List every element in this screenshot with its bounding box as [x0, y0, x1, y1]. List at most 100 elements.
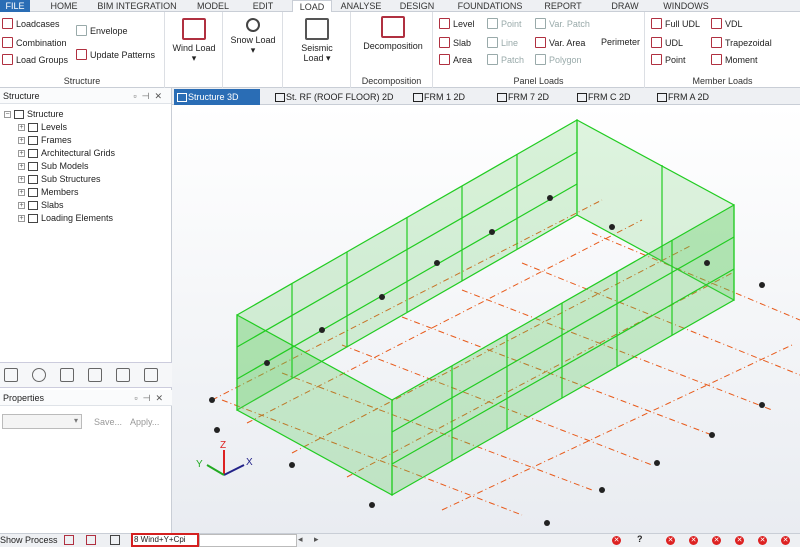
- apply-button[interactable]: Apply...: [130, 417, 159, 427]
- frames-icon: [28, 135, 38, 145]
- status-error-icon[interactable]: ✕: [781, 536, 790, 545]
- prev-arrow-icon[interactable]: ◂: [298, 534, 303, 545]
- drawing-tab-icon[interactable]: [144, 368, 158, 382]
- properties-dropdown[interactable]: ▾: [2, 414, 82, 429]
- loadcase-combo[interactable]: [199, 534, 297, 547]
- view-tab-frm-7[interactable]: FRM 7 2D: [494, 89, 556, 105]
- loadcases-button[interactable]: Loadcases: [2, 18, 60, 29]
- member-point-button[interactable]: Point: [651, 54, 686, 65]
- update-patterns-button[interactable]: Update Patterns: [76, 49, 155, 60]
- envelope-button[interactable]: Envelope: [76, 25, 128, 36]
- loading-elements-icon: [28, 213, 38, 223]
- status-error-icon[interactable]: ✕: [689, 536, 698, 545]
- snow-load-button[interactable]: Snow Load ▾: [227, 18, 279, 56]
- status-error-icon[interactable]: ✕: [758, 536, 767, 545]
- view-tab-structure-3d[interactable]: Structure 3D: [174, 89, 260, 105]
- structure-group: Loadcases Combination Load Groups Envelo…: [0, 12, 165, 88]
- slab-button[interactable]: Slab: [439, 37, 471, 48]
- view-tab-frm-a[interactable]: FRM A 2D: [654, 89, 716, 105]
- panel-controls[interactable]: ▫⊣✕: [133, 88, 167, 104]
- tree-item-grids[interactable]: + Architectural Grids: [18, 148, 115, 158]
- error-icon[interactable]: ✕: [612, 536, 621, 545]
- tab-bim-integration[interactable]: BIM INTEGRATION: [96, 0, 178, 12]
- tree-item-levels[interactable]: + Levels: [18, 122, 67, 132]
- expand-icon[interactable]: +: [18, 188, 25, 196]
- analysis-tab-icon[interactable]: [60, 368, 74, 382]
- level-button[interactable]: Level: [439, 18, 475, 29]
- loadcase-selector[interactable]: 8 Wind+Y+Cpi: [131, 533, 199, 547]
- levels-icon: [28, 122, 38, 132]
- polygon-load-button[interactable]: Polygon: [535, 54, 582, 65]
- trapezoidal-button[interactable]: Trapezoidal: [711, 37, 772, 48]
- mail-icon[interactable]: [110, 535, 120, 545]
- status-error-icon[interactable]: ✕: [735, 536, 744, 545]
- member-loads-group: Full UDL UDL Point VDL Trapezoidal Momen…: [645, 12, 800, 88]
- view-tab-roof-floor[interactable]: St. RF (ROOF FLOOR) 2D: [272, 89, 398, 105]
- next-arrow-icon[interactable]: ▸: [314, 534, 319, 545]
- vdl-button[interactable]: VDL: [711, 18, 743, 29]
- help-icon[interactable]: ?: [637, 534, 643, 544]
- wind-load-button[interactable]: Wind Load ▾: [169, 18, 219, 64]
- structure-model[interactable]: Z Y X: [172, 105, 800, 533]
- patch-icon: [487, 54, 498, 65]
- patch-load-button[interactable]: Patch: [487, 54, 524, 65]
- var-area-button[interactable]: Var. Area: [535, 37, 585, 48]
- collapse-icon[interactable]: −: [4, 110, 11, 118]
- dropdown-arrow-icon: ▾: [73, 416, 78, 425]
- perimeter-button[interactable]: Perimeter: [601, 37, 640, 47]
- seismic-load-button[interactable]: Seismic Load ▾: [289, 18, 345, 64]
- process-icon[interactable]: [64, 535, 74, 545]
- properties-controls[interactable]: ▫⊣✕: [134, 390, 168, 406]
- expand-icon[interactable]: +: [18, 175, 25, 183]
- tab-report[interactable]: REPORT: [538, 0, 588, 12]
- structure-tab-icon[interactable]: [4, 368, 18, 382]
- expand-icon[interactable]: +: [18, 201, 25, 209]
- foundation-tab-icon[interactable]: [116, 368, 130, 382]
- tab-home[interactable]: HOME: [44, 0, 84, 12]
- moment-button[interactable]: Moment: [711, 54, 758, 65]
- tab-windows[interactable]: WINDOWS: [656, 0, 716, 12]
- expand-icon[interactable]: +: [18, 162, 25, 170]
- point-load-button[interactable]: Point: [487, 18, 522, 29]
- structure-group-label: Structure: [63, 76, 101, 86]
- save-button[interactable]: Save...: [94, 417, 122, 427]
- tab-edit[interactable]: EDIT: [246, 0, 280, 12]
- viewport-3d[interactable]: Z Y X: [172, 105, 800, 533]
- line-icon: [487, 37, 498, 48]
- status-error-icon[interactable]: ✕: [712, 536, 721, 545]
- udl-icon: [651, 37, 662, 48]
- full-udl-button[interactable]: Full UDL: [651, 18, 700, 29]
- tree-item-loading-elements[interactable]: + Loading Elements: [18, 213, 113, 223]
- load-groups-button[interactable]: Load Groups: [2, 54, 68, 65]
- design-tab-icon[interactable]: [88, 368, 102, 382]
- tab-file[interactable]: FILE: [0, 0, 30, 12]
- loading-tab-icon[interactable]: [32, 368, 46, 382]
- tree-root[interactable]: − Structure: [4, 109, 64, 119]
- udl-button[interactable]: UDL: [651, 37, 683, 48]
- combination-icon: [2, 37, 13, 48]
- tree-item-sub-structures[interactable]: + Sub Structures: [18, 174, 101, 184]
- tab-foundations[interactable]: FOUNDATIONS: [452, 0, 528, 12]
- tab-analyse[interactable]: ANALYSE: [336, 0, 386, 12]
- tab-model[interactable]: MODEL: [192, 0, 234, 12]
- expand-icon[interactable]: +: [18, 136, 25, 144]
- tab-draw[interactable]: DRAW: [606, 0, 644, 12]
- print-icon[interactable]: [86, 535, 96, 545]
- tree-item-slabs[interactable]: + Slabs: [18, 200, 64, 210]
- decomposition-button[interactable]: Decomposition: [357, 16, 429, 51]
- status-error-icon[interactable]: ✕: [666, 536, 675, 545]
- tree-item-frames[interactable]: + Frames: [18, 135, 72, 145]
- expand-icon[interactable]: +: [18, 214, 25, 222]
- tab-design[interactable]: DESIGN: [394, 0, 440, 12]
- expand-icon[interactable]: +: [18, 149, 25, 157]
- area-button[interactable]: Area: [439, 54, 472, 65]
- slab-icon: [439, 37, 450, 48]
- tree-item-sub-models[interactable]: + Sub Models: [18, 161, 89, 171]
- var-patch-button[interactable]: Var. Patch: [535, 18, 590, 29]
- line-load-button[interactable]: Line: [487, 37, 518, 48]
- view-tab-frm-c[interactable]: FRM C 2D: [574, 89, 636, 105]
- expand-icon[interactable]: +: [18, 123, 25, 131]
- view-tab-frm-1[interactable]: FRM 1 2D: [410, 89, 472, 105]
- tree-item-members[interactable]: + Members: [18, 187, 79, 197]
- combination-button[interactable]: Combination: [2, 37, 67, 48]
